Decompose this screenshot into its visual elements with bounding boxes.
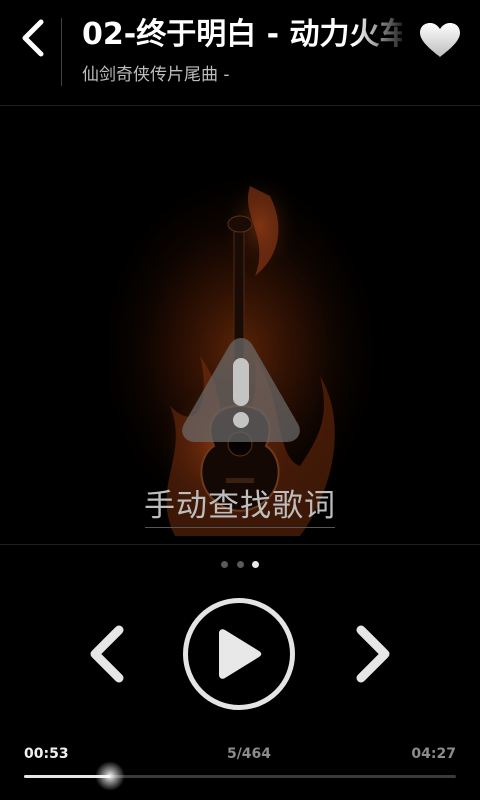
track-position: 5/464 [226, 746, 272, 762]
album-art: 手动查找歌词 [0, 106, 480, 544]
page-dot-1[interactable] [221, 561, 228, 568]
lyrics-search-underline [145, 527, 335, 528]
flaming-guitar-image [90, 161, 390, 541]
song-title: 02-终于明白 - 动力火车 [82, 17, 402, 52]
back-button[interactable] [10, 14, 56, 62]
next-track-button[interactable] [344, 618, 404, 690]
song-subtitle: 仙剑奇侠传片尾曲 - [82, 65, 230, 85]
title-fade [355, 14, 410, 56]
page-dot-2[interactable] [237, 561, 244, 568]
progress-thumb[interactable] [94, 761, 125, 791]
previous-track-button[interactable] [76, 618, 136, 690]
chevron-right-icon [356, 625, 390, 683]
heart-icon [420, 23, 460, 57]
header-divider [61, 18, 62, 86]
progress-bar[interactable] [24, 761, 456, 791]
chevron-left-icon [90, 625, 124, 683]
artwork-divider [0, 544, 480, 545]
page-dot-3[interactable] [252, 561, 259, 568]
play-button[interactable] [183, 598, 295, 710]
header-bar: 02-终于明白 - 动力火车 仙剑奇侠传片尾曲 - [0, 0, 480, 106]
total-duration: 04:27 [411, 746, 456, 762]
chevron-left-icon [22, 19, 44, 57]
page-indicator [218, 559, 264, 571]
lyrics-search-label: 手动查找歌词 [144, 488, 336, 524]
play-icon [219, 629, 262, 679]
manual-lyrics-search-button[interactable]: 手动查找歌词 [141, 484, 339, 530]
elapsed-time: 00:53 [24, 746, 69, 762]
favorite-button[interactable] [414, 16, 466, 64]
warning-triangle-icon [182, 338, 300, 442]
